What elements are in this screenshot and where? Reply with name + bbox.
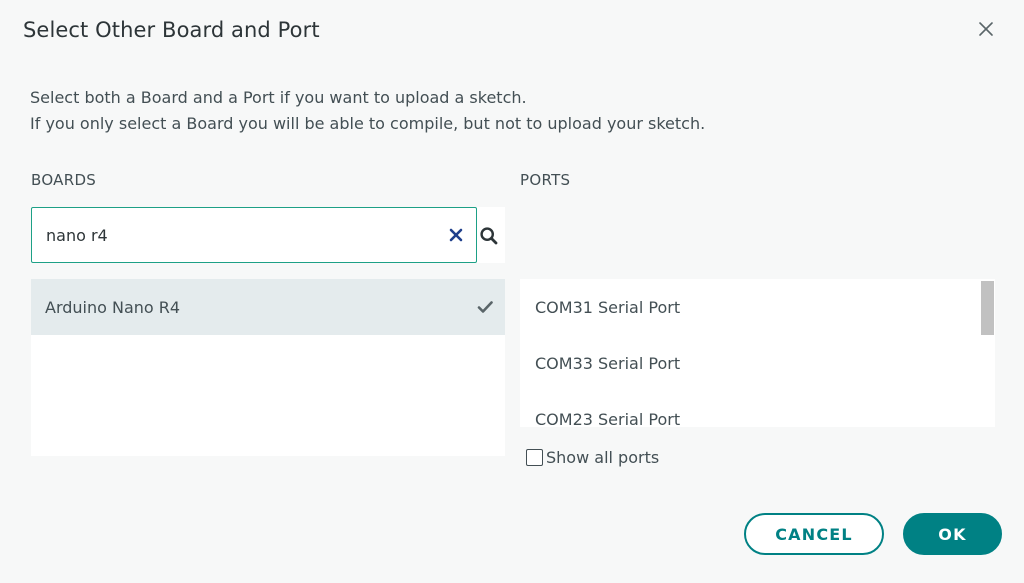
- port-item-label: COM33 Serial Port: [535, 353, 681, 373]
- board-search: [31, 207, 505, 263]
- cancel-button[interactable]: CANCEL: [744, 513, 884, 555]
- show-all-ports-checkbox[interactable]: [526, 449, 543, 466]
- board-item-label: Arduino Nano R4: [45, 297, 181, 317]
- clear-search-button[interactable]: [448, 227, 464, 243]
- search-button[interactable]: [479, 226, 499, 246]
- search-icon: [480, 227, 498, 245]
- ports-scrollbar[interactable]: [981, 279, 995, 427]
- board-search-input[interactable]: [31, 207, 477, 263]
- show-all-ports-label: Show all ports: [546, 448, 660, 467]
- clear-icon: [449, 228, 463, 242]
- close-button[interactable]: [976, 19, 996, 39]
- board-item-arduino-nano-r4[interactable]: Arduino Nano R4: [31, 279, 505, 335]
- select-board-port-dialog: Select Other Board and Port Select both …: [0, 0, 1024, 583]
- ports-label: PORTS: [520, 171, 571, 189]
- dialog-title: Select Other Board and Port: [23, 18, 320, 42]
- ports-scrollbar-thumb[interactable]: [981, 281, 994, 335]
- close-icon: [979, 22, 993, 36]
- description-line-1: Select both a Board and a Port if you wa…: [30, 88, 527, 107]
- boards-label: BOARDS: [31, 171, 97, 189]
- show-all-ports-toggle[interactable]: Show all ports: [526, 448, 659, 467]
- dialog-description: Select both a Board and a Port if you wa…: [30, 85, 705, 137]
- port-item-label: COM31 Serial Port: [535, 297, 681, 317]
- port-item-com33[interactable]: COM33 Serial Port: [520, 335, 995, 391]
- port-item-com31[interactable]: COM31 Serial Port: [520, 279, 995, 335]
- port-item-label: COM23 Serial Port: [535, 409, 681, 428]
- description-line-2: If you only select a Board you will be a…: [30, 114, 706, 133]
- checkmark-icon: [477, 301, 493, 313]
- ports-list[interactable]: COM31 Serial Port COM33 Serial Port COM2…: [520, 279, 995, 427]
- ok-button[interactable]: OK: [903, 513, 1002, 555]
- port-item-com23[interactable]: COM23 Serial Port: [520, 391, 995, 428]
- boards-list: Arduino Nano R4: [31, 279, 505, 456]
